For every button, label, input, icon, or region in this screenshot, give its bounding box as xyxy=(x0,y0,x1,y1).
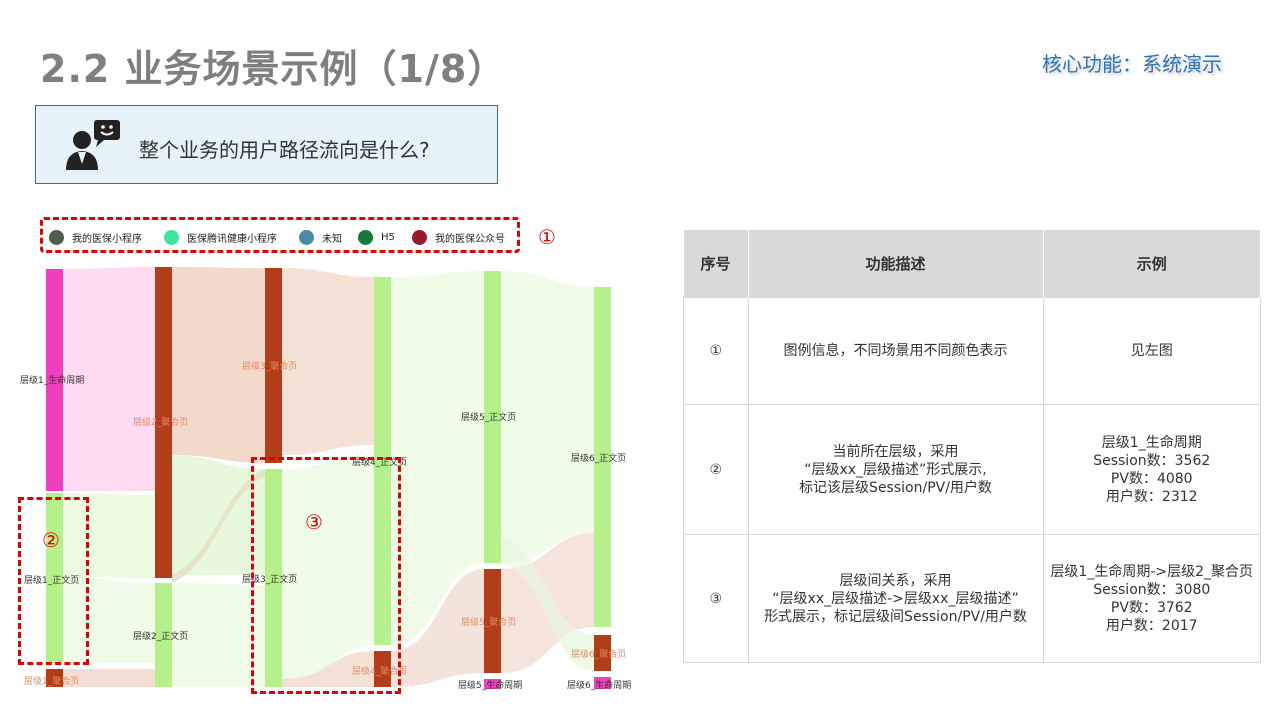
legend-label: 我的医保小程序 xyxy=(72,234,142,245)
example-line: 层级1_生命周期 xyxy=(1101,434,1202,451)
legend-label: H5 xyxy=(381,232,395,243)
node-label: 层级1_生命周期 xyxy=(20,374,84,386)
description-line: “层级xx_层级描述”形式展示, xyxy=(804,461,987,478)
legend-item[interactable]: 我的医保公众号 xyxy=(412,230,505,245)
example-line: 见左图 xyxy=(1130,343,1173,359)
page-subtitle: 核心功能：系统演示 xyxy=(1042,52,1222,76)
row-example: 层级1_生命周期 Session数：3562 PV数：4080 用户数：2312 xyxy=(1042,404,1261,535)
description-line: 标记该层级Session/PV/用户数 xyxy=(799,479,992,496)
legend-dot xyxy=(299,230,314,245)
example-line: PV数：3762 xyxy=(1110,599,1193,616)
legend-dot xyxy=(358,230,373,245)
table-header-cell: 示例 xyxy=(1043,230,1261,298)
description-line: 当前所在层级，采用 xyxy=(832,443,959,460)
annotation-marker-2: ② xyxy=(42,528,60,552)
example-line: Session数：3080 xyxy=(1093,581,1211,598)
node-label: 层级5_正文页 xyxy=(461,411,516,423)
node-label: 层级6_正文页 xyxy=(571,452,626,464)
row-number: ① xyxy=(683,297,749,405)
row-number: ② xyxy=(683,404,749,535)
description-line: 形式展示，标记层级间Session/PV/用户数 xyxy=(764,608,1027,625)
row-description: 图例信息，不同场景用不同颜色表示 xyxy=(747,297,1044,405)
node-label: 层级2_正文页 xyxy=(133,630,188,642)
description-line: “层级xx_层级描述->层级xx_层级描述” xyxy=(772,590,1019,607)
table-header-row: 序号 功能描述 示例 xyxy=(683,230,1261,298)
user-chat-icon xyxy=(66,120,120,170)
page-title: 2.2 业务场景示例（1/8） xyxy=(40,47,507,91)
example-line: PV数：4080 xyxy=(1110,470,1193,487)
table-header-cell: 序号 xyxy=(683,230,749,298)
question-text: 整个业务的用户路径流向是什么? xyxy=(139,138,430,162)
node-label: 层级2_聚合页 xyxy=(133,416,188,428)
node-label: 层级5_聚合页 xyxy=(461,616,516,628)
node-label: 层级6_聚合页 xyxy=(571,648,626,660)
node-label: 层级1_聚合页 xyxy=(24,675,79,687)
legend-item[interactable]: H5 xyxy=(358,230,395,245)
legend-dot xyxy=(164,230,179,245)
legend-item[interactable]: 我的医保小程序 xyxy=(49,230,142,245)
example-line: 层级1_生命周期->层级2_聚合页 xyxy=(1050,563,1254,580)
table-header-cell: 功能描述 xyxy=(748,230,1044,298)
feature-table: 序号 功能描述 示例 ① 图例信息，不同场景用不同颜色表示 见左图 ② 当前所在… xyxy=(683,230,1261,663)
row-example: 见左图 xyxy=(1042,297,1261,405)
row-description: 层级间关系，采用 “层级xx_层级描述->层级xx_层级描述” 形式展示，标记层… xyxy=(747,534,1044,663)
example-line: Session数：3562 xyxy=(1093,452,1211,469)
row-example: 层级1_生命周期->层级2_聚合页 Session数：3080 PV数：3762… xyxy=(1042,534,1261,663)
table-row: ① 图例信息，不同场景用不同颜色表示 见左图 xyxy=(683,297,1261,405)
description-line: 图例信息，不同场景用不同颜色表示 xyxy=(783,343,1008,359)
legend-item[interactable]: 医保腾讯健康小程序 xyxy=(164,230,277,245)
row-description: 当前所在层级，采用 “层级xx_层级描述”形式展示, 标记该层级Session/… xyxy=(747,404,1044,535)
node-label: 层级6_生命周期 xyxy=(567,679,631,691)
node-label: 层级5_生命周期 xyxy=(458,679,522,691)
legend-label: 医保腾讯健康小程序 xyxy=(187,234,277,245)
annotation-marker-1: ① xyxy=(538,225,556,249)
annotation-box-3 xyxy=(251,457,401,694)
legend-label: 我的医保公众号 xyxy=(435,234,505,245)
description-line: 层级间关系，采用 xyxy=(839,572,952,589)
legend: 我的医保小程序 医保腾讯健康小程序 未知 H5 我的医保公众号 xyxy=(40,217,520,253)
example-line: 用户数：2017 xyxy=(1105,617,1198,634)
annotation-marker-3: ③ xyxy=(305,510,323,534)
question-box: 整个业务的用户路径流向是什么? xyxy=(35,105,498,184)
legend-dot xyxy=(49,230,64,245)
example-line: 用户数：2312 xyxy=(1105,488,1198,505)
legend-item[interactable]: 未知 xyxy=(299,230,342,245)
table-row: ③ 层级间关系，采用 “层级xx_层级描述->层级xx_层级描述” 形式展示，标… xyxy=(683,534,1261,663)
annotation-box-2 xyxy=(18,497,89,665)
legend-dot xyxy=(412,230,427,245)
table-row: ② 当前所在层级，采用 “层级xx_层级描述”形式展示, 标记该层级Sessio… xyxy=(683,404,1261,535)
node-label: 层级3_聚合页 xyxy=(242,360,297,372)
row-number: ③ xyxy=(683,534,749,663)
legend-label: 未知 xyxy=(322,234,342,245)
